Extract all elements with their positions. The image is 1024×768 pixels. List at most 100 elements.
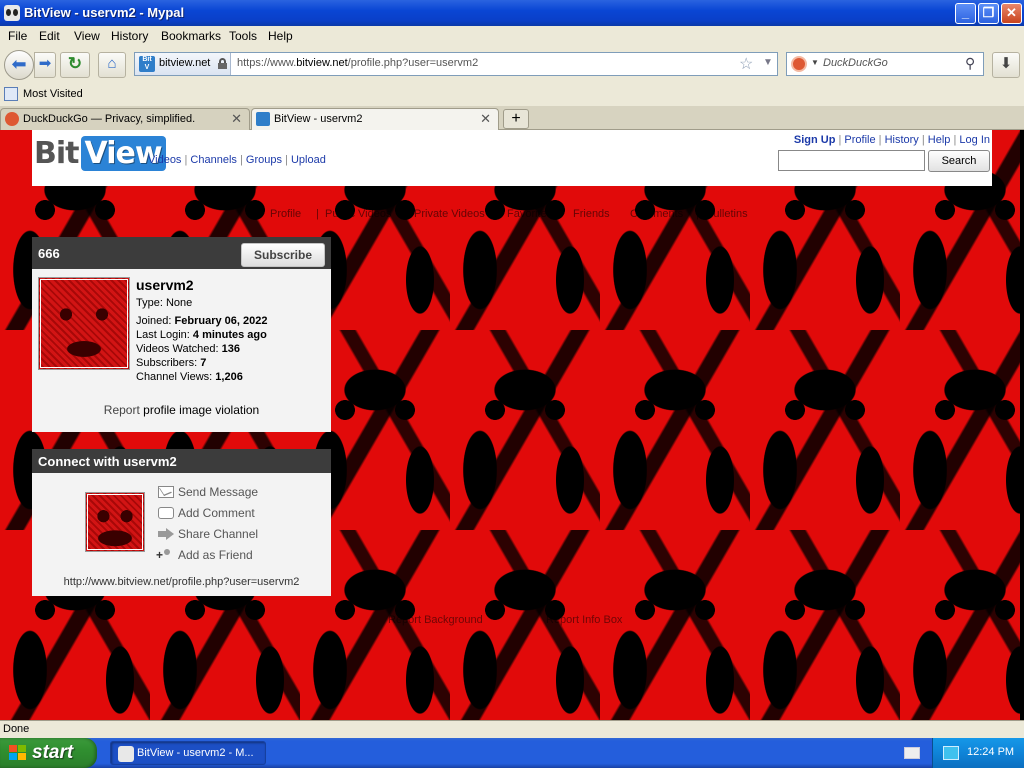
navigation-toolbar: ⬅ ➡ ↻ ⌂ Bit V bitview.net https://www.bit… <box>0 46 1024 84</box>
connect-box: Connect with uservm2 Send Message Add Co… <box>32 449 331 596</box>
subnav-favorites[interactable]: Favorites <box>507 208 552 220</box>
tab-close-icon[interactable]: ✕ <box>480 111 491 127</box>
windows-logo-icon <box>9 745 27 761</box>
menu-edit[interactable]: Edit <box>39 29 60 43</box>
tab-strip: DuckDuckGo — Privacy, simplified. ✕ BitV… <box>0 106 1024 131</box>
back-arrow-icon: ⬅ <box>11 54 27 74</box>
tab-title: BitView - uservm2 <box>274 113 363 125</box>
envelope-icon <box>158 486 174 498</box>
start-label: start <box>32 742 74 763</box>
menu-bookmarks[interactable]: Bookmarks <box>161 29 221 43</box>
account-links: Sign Up | Profile | History | Help | Log… <box>793 134 990 146</box>
connect-title: Connect with uservm2 <box>38 454 177 469</box>
keyboard-icon[interactable] <box>904 747 920 759</box>
search-icon[interactable]: ⚲ <box>965 55 975 72</box>
mypal-app-icon <box>118 746 134 762</box>
bookmark-most-visited[interactable]: Most Visited <box>23 88 83 100</box>
profile-subscribers: Subscribers: 7 <box>136 357 207 369</box>
subnav-friends[interactable]: Friends <box>573 208 610 220</box>
site-identity-label: bitview.net <box>159 57 211 69</box>
status-bar: Done <box>0 720 1024 738</box>
back-button[interactable]: ⬅ <box>4 50 34 80</box>
clock[interactable]: 12:24 PM <box>967 746 1014 758</box>
profile-link[interactable]: Profile <box>844 134 875 146</box>
bitview-favicon <box>256 112 270 126</box>
page-content: Bit View Videos | Channels | Groups | Upl… <box>0 130 1024 720</box>
subnav-private-videos[interactable]: Private Videos <box>414 208 485 220</box>
address-bar[interactable]: Bit V bitview.net https://www.bitview.net… <box>134 52 778 76</box>
menu-bar: File Edit View History Bookmarks Tools H… <box>0 26 1024 46</box>
menu-history[interactable]: History <box>111 29 148 43</box>
nav-upload[interactable]: Upload <box>291 154 326 166</box>
close-button[interactable]: ✕ <box>1001 3 1022 24</box>
forward-button[interactable]: ➡ <box>34 52 56 78</box>
search-bar[interactable]: ▼ DuckDuckGo ⚲ <box>786 52 984 76</box>
menu-file[interactable]: File <box>8 29 27 43</box>
history-link[interactable]: History <box>885 134 919 146</box>
menu-view[interactable]: View <box>74 29 100 43</box>
nav-channels[interactable]: Channels <box>190 154 236 166</box>
taskbar-item-mypal[interactable]: BitView - uservm2 - M... <box>110 741 266 765</box>
reload-button[interactable]: ↻ <box>60 52 90 78</box>
tab-duckduckgo[interactable]: DuckDuckGo — Privacy, simplified. ✕ <box>0 108 250 130</box>
site-nav: Videos | Channels | Groups | Upload <box>148 154 326 166</box>
tab-bitview[interactable]: BitView - uservm2 ✕ <box>251 108 499 131</box>
bookmarks-toolbar: Most Visited <box>0 84 1024 106</box>
downloads-button[interactable]: ⬇ <box>992 52 1020 78</box>
url-dropdown-icon[interactable]: ▼ <box>763 57 773 68</box>
home-button[interactable]: ⌂ <box>98 52 126 78</box>
search-engine-dropdown-icon[interactable]: ▼ <box>811 58 819 67</box>
menu-tools[interactable]: Tools <box>229 29 257 43</box>
window-titlebar: BitView - uservm2 - Mypal _ ❐ ✕ <box>0 0 1024 26</box>
subnav-comments[interactable]: Comments <box>630 208 683 220</box>
bitview-logo[interactable]: Bit View <box>34 136 166 176</box>
taskbar-item-label: BitView - uservm2 - M... <box>137 747 254 759</box>
profile-last-login: Last Login: 4 minutes ago <box>136 329 267 341</box>
bookmark-star-icon[interactable]: ☆ <box>739 54 753 74</box>
nav-videos[interactable]: Videos <box>148 154 181 166</box>
tab-title: DuckDuckGo — Privacy, simplified. <box>23 113 196 125</box>
profile-box-header: 666 Subscribe <box>32 237 331 269</box>
tab-close-icon[interactable]: ✕ <box>231 111 242 127</box>
window-title: BitView - uservm2 - Mypal <box>24 5 185 20</box>
site-search-button[interactable]: Search <box>928 150 990 172</box>
url-text[interactable]: https://www.bitview.net/profile.php?user… <box>237 57 478 69</box>
channel-url[interactable]: http://www.bitview.net/profile.php?user=… <box>32 576 331 588</box>
new-tab-button[interactable]: + <box>503 109 529 129</box>
connect-avatar[interactable] <box>85 492 145 552</box>
site-search-input[interactable] <box>778 150 925 171</box>
subnav-profile[interactable]: Profile <box>270 208 301 220</box>
bookmark-folder-icon <box>4 87 18 101</box>
profile-box: 666 Subscribe uservm2 Type: None Joined:… <box>32 237 331 432</box>
menu-help[interactable]: Help <box>268 29 293 43</box>
report-info-box-link[interactable]: Report Info Box <box>546 614 622 626</box>
subnav-public-videos[interactable]: Public Videos <box>325 208 391 220</box>
subscribe-button[interactable]: Subscribe <box>241 243 325 267</box>
maximize-button[interactable]: ❐ <box>978 3 999 24</box>
site-header: Bit View Videos | Channels | Groups | Upl… <box>32 130 992 186</box>
share-arrow-icon <box>158 528 174 540</box>
mypal-app-icon <box>4 5 20 21</box>
connect-box-header: Connect with uservm2 <box>32 449 331 473</box>
duckduckgo-icon[interactable] <box>791 56 807 72</box>
log-in-link[interactable]: Log In <box>959 134 990 146</box>
home-icon: ⌂ <box>107 55 117 72</box>
start-button[interactable]: start <box>0 738 97 768</box>
sign-up-link[interactable]: Sign Up <box>794 134 836 146</box>
profile-channel-name: 666 <box>38 246 60 261</box>
forward-arrow-icon: ➡ <box>38 55 52 72</box>
subnav-bulletins[interactable]: Bulletins <box>706 208 748 220</box>
nav-groups[interactable]: Groups <box>246 154 282 166</box>
report-background-link[interactable]: Report Background <box>388 614 483 626</box>
taskbar: start BitView - uservm2 - M... 12:24 PM <box>0 738 1024 768</box>
report-profile-image-link[interactable]: Report profile image violation <box>32 403 331 417</box>
site-identity-button[interactable]: Bit V bitview.net <box>135 53 231 75</box>
minimize-button[interactable]: _ <box>955 3 976 24</box>
status-text: Done <box>3 723 30 735</box>
profile-joined: Joined: February 06, 2022 <box>136 315 268 327</box>
duckduckgo-favicon <box>5 112 19 126</box>
profile-avatar[interactable] <box>38 277 130 370</box>
plus-icon: + <box>511 110 521 127</box>
network-icon[interactable] <box>943 746 959 760</box>
help-link[interactable]: Help <box>928 134 951 146</box>
